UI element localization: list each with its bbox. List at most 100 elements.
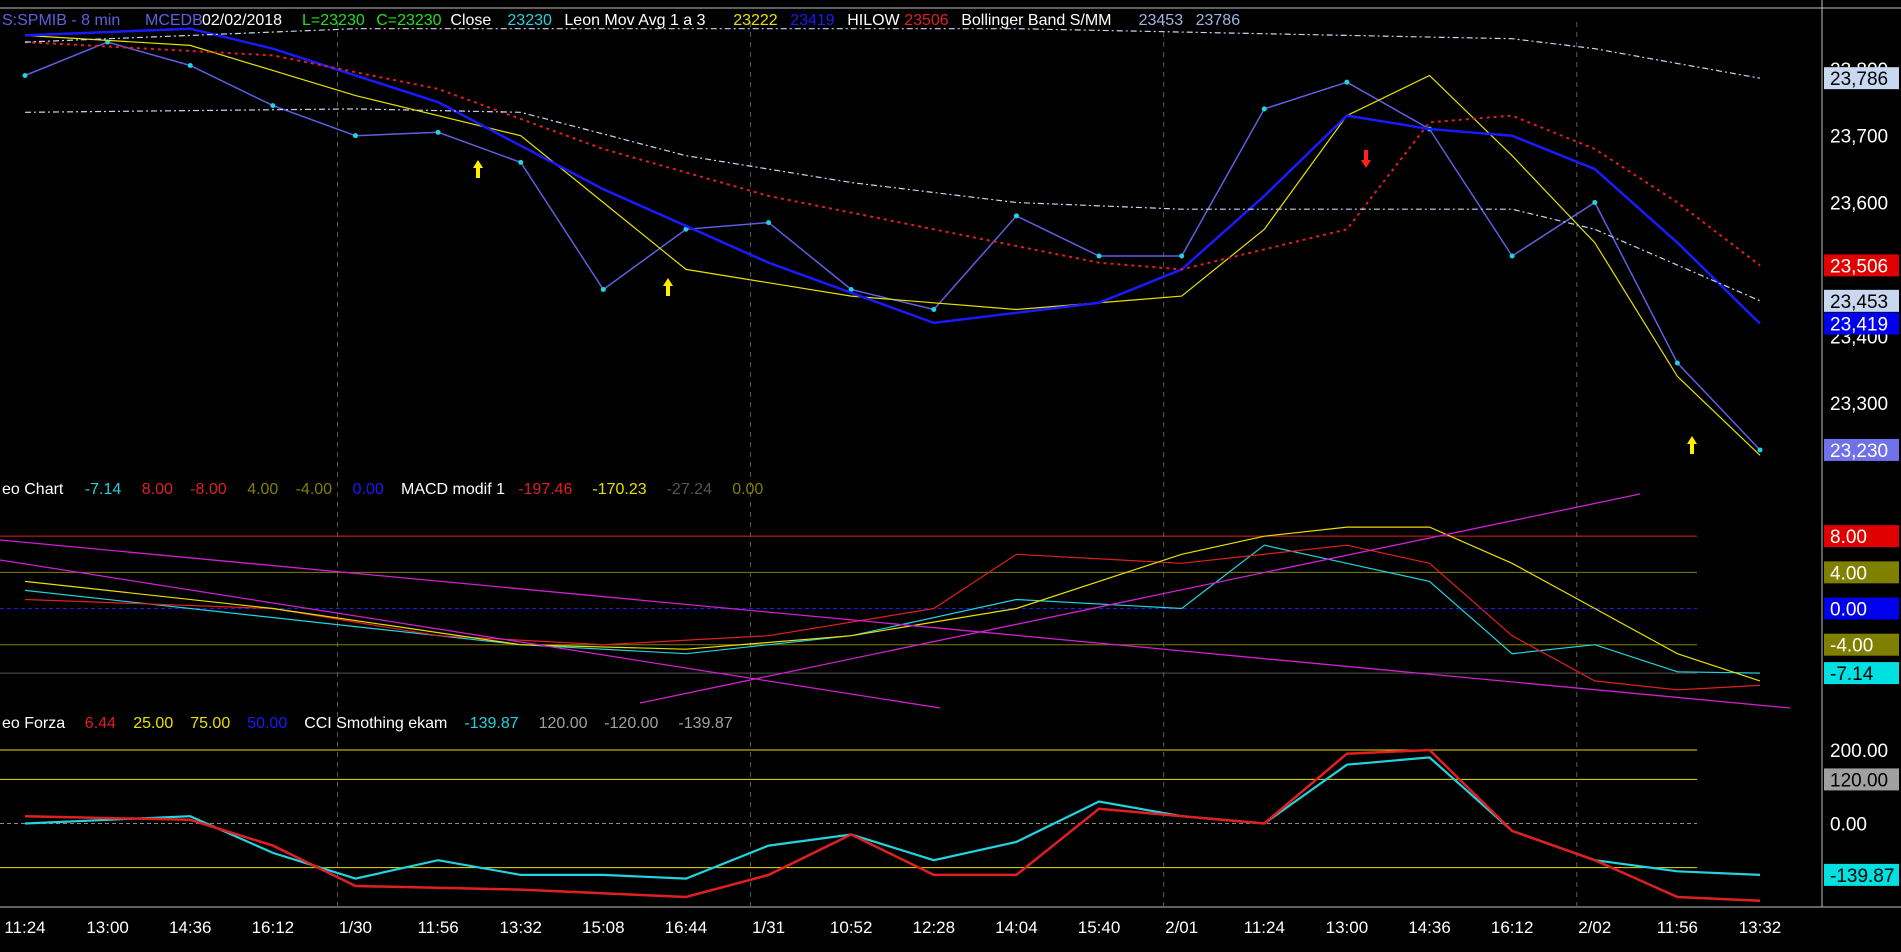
price-series-0 bbox=[24, 41, 1761, 451]
time-label: 13:00 bbox=[86, 918, 129, 937]
series-layer bbox=[0, 27, 1791, 902]
macd-header-item: -27.24 bbox=[667, 481, 712, 498]
time-label: 11:24 bbox=[1244, 918, 1285, 937]
time-label: 11:24 bbox=[4, 918, 45, 937]
trendline-2 bbox=[639, 493, 1641, 704]
time-label: 14:36 bbox=[1408, 918, 1451, 937]
close-point bbox=[1179, 253, 1185, 259]
close-point bbox=[1674, 360, 1680, 366]
price-header-item: S:SPMIB - 8 min bbox=[2, 12, 120, 29]
macd-header-item: eo Chart bbox=[2, 481, 64, 498]
time-label: 16:44 bbox=[665, 918, 708, 937]
macd-value-badge-label: -7.14 bbox=[1830, 664, 1874, 685]
time-label: 12:28 bbox=[913, 918, 956, 937]
price-header-item: Close bbox=[450, 12, 491, 29]
close-point bbox=[1013, 213, 1019, 219]
close-point bbox=[931, 307, 937, 313]
time-label: 11:56 bbox=[417, 918, 458, 937]
time-label: 14:36 bbox=[169, 918, 212, 937]
chart-window: 11:24 13:00 14:36 16:12 1/30 11:56 13:32 15:08 1… bbox=[0, 0, 1901, 947]
axis-layer: 11:24 13:00 14:36 16:12 1/30 11:56 13:32 15:08 1… bbox=[4, 60, 1899, 937]
time-label: 16:12 bbox=[1491, 918, 1534, 937]
price-value-badge-label: 23,230 bbox=[1830, 441, 1888, 462]
price-header-item: 23453 bbox=[1139, 12, 1184, 29]
time-label: 1/31 bbox=[752, 918, 785, 937]
macd-value-badge-label: 4.00 bbox=[1830, 563, 1867, 584]
cci-value-badge-label: -139.87 bbox=[1830, 866, 1894, 887]
time-label: 10:52 bbox=[830, 918, 873, 937]
macd-header-item: -7.14 bbox=[85, 481, 122, 498]
chart-svg: 11:24 13:00 14:36 16:12 1/30 11:56 13:32 15:08 1… bbox=[0, 0, 1901, 937]
close-point bbox=[22, 72, 28, 78]
trendline-0 bbox=[0, 559, 941, 709]
close-point bbox=[1509, 253, 1515, 259]
price-value-badge-label: 23,419 bbox=[1830, 315, 1888, 336]
cci-header-item: CCI Smothing ekam bbox=[304, 715, 447, 732]
macd-header-item: 0.00 bbox=[353, 481, 384, 498]
cci-header-item: 120.00 bbox=[539, 715, 588, 732]
sell-arrow-2 bbox=[1361, 150, 1371, 168]
close-point bbox=[187, 62, 193, 68]
trendline-1 bbox=[0, 539, 1791, 709]
price-header-item: 23506 bbox=[904, 12, 949, 29]
macd-header-item: 8.00 bbox=[142, 481, 173, 498]
macd-header-item: 4.00 bbox=[247, 481, 278, 498]
time-label: 13:00 bbox=[1326, 918, 1369, 937]
price-header-item: 23419 bbox=[790, 12, 835, 29]
macd-value-badge-label: -4.00 bbox=[1830, 636, 1873, 657]
price-value-badge-label: 23,506 bbox=[1830, 256, 1888, 277]
cci-value-badge-label: 200.00 bbox=[1830, 741, 1888, 762]
price-header-item: 23222 bbox=[733, 12, 778, 29]
cci-header-item: 75.00 bbox=[190, 715, 230, 732]
price-header-item: L=23230 bbox=[302, 12, 365, 29]
macd-series-2 bbox=[24, 526, 1761, 682]
close-point bbox=[352, 133, 358, 139]
macd-header-item: 0.00 bbox=[732, 481, 763, 498]
time-label: 15:08 bbox=[582, 918, 625, 937]
price-value-badge-label: 23,786 bbox=[1830, 69, 1888, 90]
price-series-3 bbox=[24, 41, 1761, 271]
price-header-item: HILOW bbox=[847, 12, 900, 29]
cci-series-1 bbox=[24, 748, 1761, 902]
price-header-item: MCEDB bbox=[145, 12, 203, 29]
header-layer: S:SPMIB - 8 min MCEDB 02/02/2018 L=23230 C=2… bbox=[2, 12, 1240, 732]
price-series-1 bbox=[24, 34, 1761, 456]
macd-header-item: MACD modif 1 bbox=[401, 481, 505, 498]
buy-arrow-3 bbox=[1687, 436, 1697, 454]
cci-header-item: -120.00 bbox=[604, 715, 658, 732]
time-label: 2/02 bbox=[1578, 918, 1611, 937]
macd-header-item: -197.46 bbox=[518, 481, 572, 498]
time-label: 13:32 bbox=[499, 918, 542, 937]
close-point bbox=[1757, 447, 1763, 453]
close-point bbox=[270, 103, 276, 109]
cci-value-badge-label: 120.00 bbox=[1830, 770, 1888, 791]
close-point bbox=[1096, 253, 1102, 259]
macd-header-item: -8.00 bbox=[190, 481, 227, 498]
price-header-item: Bollinger Band S/MM bbox=[961, 12, 1111, 29]
close-point bbox=[600, 286, 606, 292]
buy-arrow-1 bbox=[663, 278, 673, 296]
cci-value-badge-label: 0.00 bbox=[1830, 815, 1867, 836]
close-point bbox=[435, 129, 441, 135]
close-point bbox=[1344, 79, 1350, 85]
price-header-item: Leon Mov Avg 1 a 3 bbox=[564, 12, 705, 29]
macd-value-badge-label: 0.00 bbox=[1830, 600, 1867, 621]
close-point bbox=[1261, 106, 1267, 112]
macd-header-item: -170.23 bbox=[592, 481, 646, 498]
price-header-item: 23786 bbox=[1196, 12, 1241, 29]
time-label: 13:32 bbox=[1739, 918, 1782, 937]
cci-header-item: 6.44 bbox=[85, 715, 116, 732]
price-header-item: 23230 bbox=[507, 12, 552, 29]
level-layer bbox=[0, 535, 1697, 869]
price-tick-label: 23,300 bbox=[1830, 394, 1888, 415]
cci-header-item: 25.00 bbox=[133, 715, 173, 732]
price-tick-label: 23,600 bbox=[1830, 194, 1888, 215]
time-label: 14:04 bbox=[995, 918, 1038, 937]
buy-arrow-0 bbox=[473, 160, 483, 178]
time-label: 2/01 bbox=[1165, 918, 1198, 937]
price-header-item: 02/02/2018 bbox=[202, 12, 282, 29]
macd-series-0 bbox=[24, 544, 1761, 674]
close-point bbox=[518, 159, 524, 165]
time-label: 15:40 bbox=[1078, 918, 1121, 937]
cci-header-item: eo Forza bbox=[2, 715, 65, 732]
